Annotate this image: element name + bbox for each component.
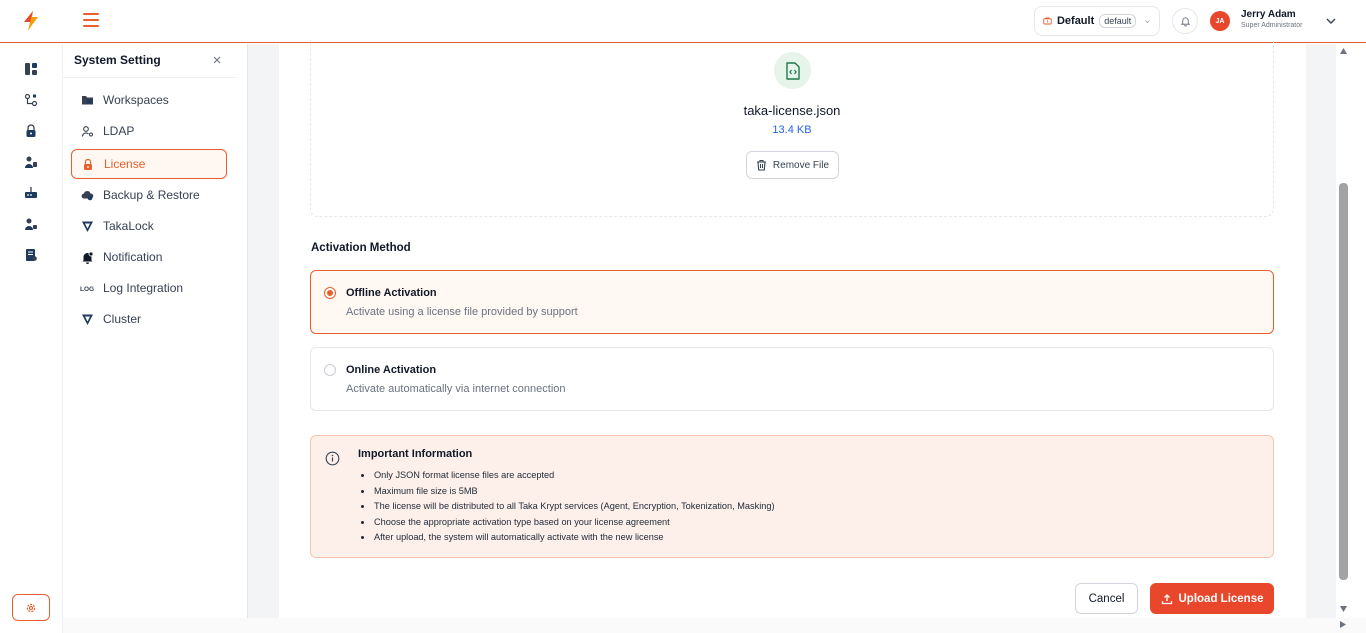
takalock-icon [80,219,94,233]
json-file-icon [774,52,811,89]
sidebar-item-license[interactable]: License [71,149,227,179]
option-title: Online Activation [346,364,437,376]
icon-rail [0,44,63,633]
scroll-up-arrow-icon[interactable] [1339,47,1348,55]
activation-method-title: Activation Method [311,242,411,254]
upload-icon [1161,593,1172,604]
document-icon[interactable] [24,248,38,262]
log-icon: LOG [80,281,94,295]
sidebar-title: System Setting [74,53,161,67]
cancel-button[interactable]: Cancel [1075,583,1138,614]
bell-icon [1180,16,1190,27]
sidebar-item-workspaces[interactable]: Workspaces [71,85,227,115]
sidebar-item-label: TakaLock [103,219,154,233]
top-bar: Default default JA Jerry Adam Super Admi… [0,0,1366,43]
lock-icon [81,157,95,171]
online-activation-option[interactable]: Online Activation Activate automatically… [310,347,1274,411]
sidebar-item-label: Workspaces [103,93,169,107]
scroll-right-arrow-icon[interactable] [1339,620,1347,629]
offline-activation-radio[interactable] [324,287,336,299]
lock-icon[interactable] [24,124,38,138]
scroll-down-arrow-icon[interactable] [1339,605,1348,613]
close-icon[interactable] [211,54,223,66]
trash-icon [756,159,766,171]
cloud-icon [80,188,94,202]
info-item: Only JSON format license files are accep… [360,468,775,484]
menu-toggle-icon[interactable] [83,13,99,29]
user-admin-icon[interactable] [24,217,38,231]
sidebar-item-backup-restore[interactable]: Backup & Restore [71,180,227,210]
settings-sidebar: System Setting Workspaces LDAP License B… [63,44,248,633]
briefcase-icon [1043,17,1052,25]
file-name: taka-license.json [743,103,841,118]
offline-activation-option[interactable]: Offline Activation Activate using a lice… [310,270,1274,334]
sidebar-item-label: Notification [103,250,163,264]
online-activation-radio[interactable] [324,364,336,376]
option-description: Activate automatically via internet conn… [346,383,566,395]
info-icon [325,451,340,466]
bell-icon [80,250,94,264]
sidebar-item-label: License [104,157,146,171]
info-title: Important Information [358,448,473,460]
remove-file-label: Remove File [772,159,830,171]
important-info-box: Important Information Only JSON format l… [310,435,1274,558]
option-description: Activate using a license file provided b… [346,306,578,318]
workspace-name: Default [1056,15,1095,27]
info-item: The license will be distributed to all T… [360,499,775,515]
sidebar-item-cluster[interactable]: Cluster [71,304,227,334]
sidebar-item-label: Log Integration [103,281,184,295]
scrollbar-thumb[interactable] [1339,183,1348,580]
info-item: Choose the appropriate activation type b… [360,515,775,531]
sidebar-item-label: Cluster [103,312,142,326]
svg-text:LOG: LOG [80,286,94,293]
user-key-icon [80,124,94,138]
chevron-down-icon[interactable] [1325,15,1337,27]
workspace-tag: default [1099,14,1137,28]
folder-icon [80,93,94,107]
user-role: Super Administrator [1241,22,1303,29]
sidebar-item-log-integration[interactable]: LOG Log Integration [71,273,227,303]
upload-license-label: Upload License [1178,592,1264,605]
sidebar-item-label: LDAP [103,124,135,138]
key-flow-icon[interactable] [24,93,38,107]
user-group-icon[interactable] [24,155,38,169]
dashboard-icon[interactable] [24,62,38,76]
divider [63,77,237,78]
gear-icon [26,603,36,612]
notification-button[interactable] [1172,8,1198,34]
sidebar-item-ldap[interactable]: LDAP [71,116,227,146]
sidebar-item-notification[interactable]: Notification [71,242,227,272]
workspace-selector[interactable]: Default default [1034,6,1160,36]
user-name[interactable]: Jerry Adam [1241,9,1296,20]
file-size: 13.4 KB [772,124,812,136]
info-item: After upload, the system will automatica… [360,530,775,546]
server-icon[interactable] [24,186,38,200]
horizontal-scrollbar[interactable] [63,618,1366,633]
settings-button[interactable] [12,594,50,621]
info-list: Only JSON format license files are accep… [360,468,775,546]
remove-file-button[interactable]: Remove File [746,151,839,179]
avatar[interactable]: JA [1210,11,1230,31]
chevron-down-icon [1145,19,1150,23]
info-item: Maximum file size is 5MB [360,484,775,500]
cluster-icon [80,312,94,326]
option-title: Offline Activation [346,287,437,299]
sidebar-item-takalock[interactable]: TakaLock [71,211,227,241]
upload-license-button[interactable]: Upload License [1150,583,1274,614]
app-logo[interactable] [20,10,42,32]
sidebar-item-label: Backup & Restore [103,188,200,202]
